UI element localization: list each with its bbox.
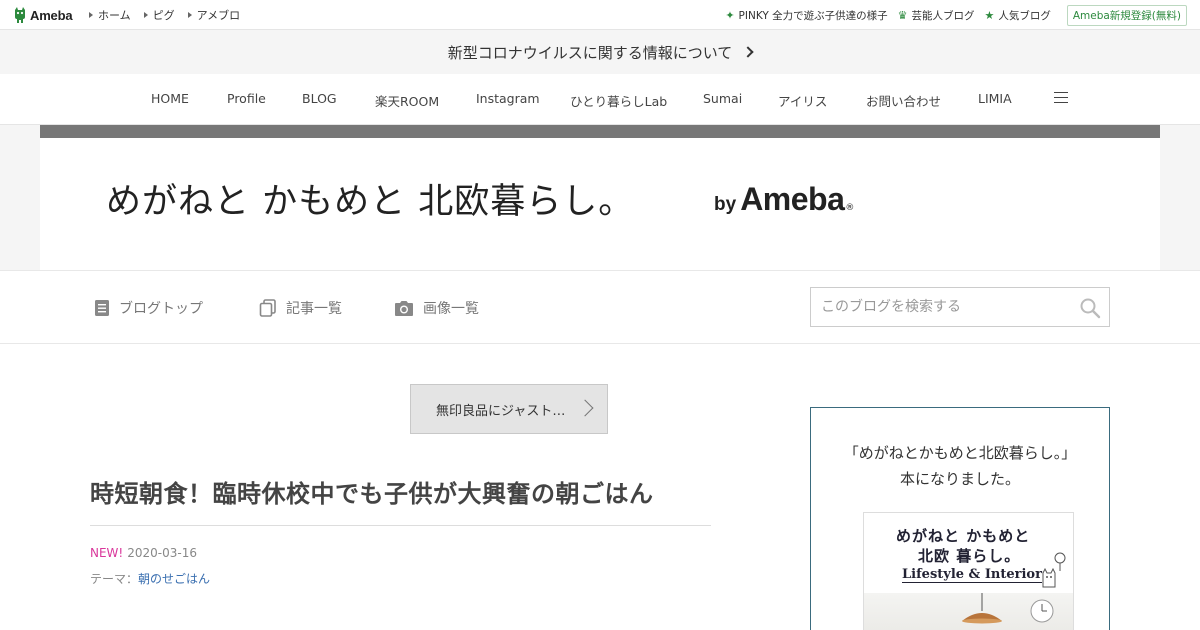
by-text: by [714,194,737,215]
theme-link[interactable]: 朝のせごはん [138,572,210,586]
ameba-brand-text: Ameba [740,181,845,217]
image-list-label: 画像一覧 [423,301,479,317]
book-promo-subtitle: 本になりました。 [899,470,1020,488]
celebrity-blog-link[interactable]: ♛ 芸能人ブログ [898,8,975,23]
entry-list-label: 記事一覧 [286,301,342,317]
global-header: Ameba ホーム ピグ アメブロ ✦ PINKY 全力で遊ぶ子供達の様子 ♛ 芸能… [0,0,1200,30]
previous-entry-button[interactable]: 無印良品にジャスト… [410,384,608,434]
book-cover-title-line2: 北欧 暮らし。 [918,547,1021,565]
entry-date: 2020-03-16 [127,546,197,560]
entry-list-link[interactable]: 記事一覧 [259,298,342,318]
copy-pages-icon [259,299,276,317]
triangle-right-icon [143,12,148,18]
menu-item-blog[interactable]: BLOG [302,91,337,106]
pinky-link-label: PINKY 全力で遊ぶ子供達の様子 [738,9,888,22]
celebrity-blog-label: 芸能人ブログ [911,9,975,22]
interior-photo-illustration [962,593,1054,624]
entry-date-line: NEW! 2020-03-16 [90,546,197,560]
menu-item-iris[interactable]: アイリス [778,91,827,110]
book-cover-photo [864,593,1073,630]
previous-entry-label: 無印良品にジャスト… [436,403,566,419]
cat-illustration-icon [1042,552,1066,588]
global-nav-pigg[interactable]: ピグ [143,7,175,23]
blog-search-input[interactable] [811,288,1071,326]
theme-label: テーマ： [90,572,139,586]
blog-top-label: ブログトップ [119,301,203,317]
global-right-links: ✦ PINKY 全力で遊ぶ子供達の様子 ♛ 芸能人ブログ ★ 人気ブログ Ameba新… [725,0,1187,30]
blog-header-banner[interactable]: めがねと かもめと 北欧暮らし。 by Ameba ® [40,125,1160,270]
registered-mark: ® [845,203,855,213]
popular-blog-label: 人気ブログ [998,9,1051,22]
menu-item-profile[interactable]: Profile [227,91,266,106]
ameba-logo-text: Ameba [30,7,73,23]
ameba-logo[interactable]: Ameba [13,6,73,24]
menu-item-sumai[interactable]: Sumai [703,91,742,106]
menu-item-home[interactable]: HOME [151,91,189,106]
crown-icon: ♛ [897,8,908,22]
entry-title[interactable]: 時短朝食！臨時休校中でも子供が大興奮の朝ごはん [90,474,654,509]
menu-item-contact[interactable]: お問い合わせ [866,91,941,110]
menu-item-hitorigurashi-lab[interactable]: ひとり暮らしLab [570,91,667,110]
blog-top-link[interactable]: ブログトップ [94,298,203,318]
new-badge: NEW! [90,546,124,560]
blog-search-box [810,287,1110,327]
star-icon: ★ [984,8,995,22]
title-divider [90,525,711,526]
search-icon[interactable] [1079,297,1101,319]
sparkle-icon: ✦ [725,8,735,22]
menu-item-instagram[interactable]: Instagram [476,91,540,106]
chevron-right-icon [576,399,594,417]
hamburger-menu-icon[interactable] [1054,92,1068,104]
book-promo-title: 「めがねとかもめと北欧暮らし。」 [843,444,1077,462]
book-promo-widget: 「めがねとかもめと北欧暮らし。」 本になりました。 めがねと かもめと 北欧 暮… [810,407,1110,630]
popular-blog-link[interactable]: ★ 人気ブログ [984,8,1050,23]
image-list-link[interactable]: 画像一覧 [394,298,479,318]
camera-icon [395,300,413,316]
ameba-mascot-icon [15,7,25,23]
header-top-bar [40,125,1160,138]
global-nav-ameblo[interactable]: アメブロ [187,7,241,23]
menu-item-limia[interactable]: LIMIA [978,91,1012,106]
global-nav: ホーム ピグ アメブロ [89,0,240,30]
global-nav-label: ピグ [152,9,175,22]
book-cover-image[interactable]: めがねと かもめと 北欧 暮らし。 Lifestyle & Interior [863,512,1074,630]
register-button[interactable]: Ameba新規登録(無料) [1066,4,1187,26]
menu-item-rakuten-room[interactable]: 楽天ROOM [375,91,439,110]
book-cover-title-line1: めがねと かもめと [896,527,1031,545]
chevron-right-icon [742,46,754,58]
book-cover-subtitle: Lifestyle & Interior [902,567,1042,583]
covid-notice-text: 新型コロナウイルスに関する情報について [447,43,733,62]
blog-menu: HOME Profile BLOG 楽天ROOM Instagram ひとり暮ら… [0,74,1200,125]
triangle-right-icon [89,12,93,18]
blog-title: めがねと かもめと 北欧暮らし。 [106,182,635,222]
by-ameba-logo: by Ameba ® [714,181,854,218]
global-nav-label: ホーム [98,9,131,22]
blog-nav: ブログトップ 記事一覧 画像一覧 [0,270,1200,344]
covid-notice-link[interactable]: 新型コロナウイルスに関する情報について [0,30,1200,74]
triangle-right-icon [187,12,192,18]
document-icon [95,300,109,316]
global-nav-label: アメブロ [196,9,241,22]
global-nav-home[interactable]: ホーム [89,7,131,23]
entry-theme-line: テーマ：朝のせごはん [90,570,210,587]
pinky-link[interactable]: ✦ PINKY 全力で遊ぶ子供達の様子 [725,8,887,23]
